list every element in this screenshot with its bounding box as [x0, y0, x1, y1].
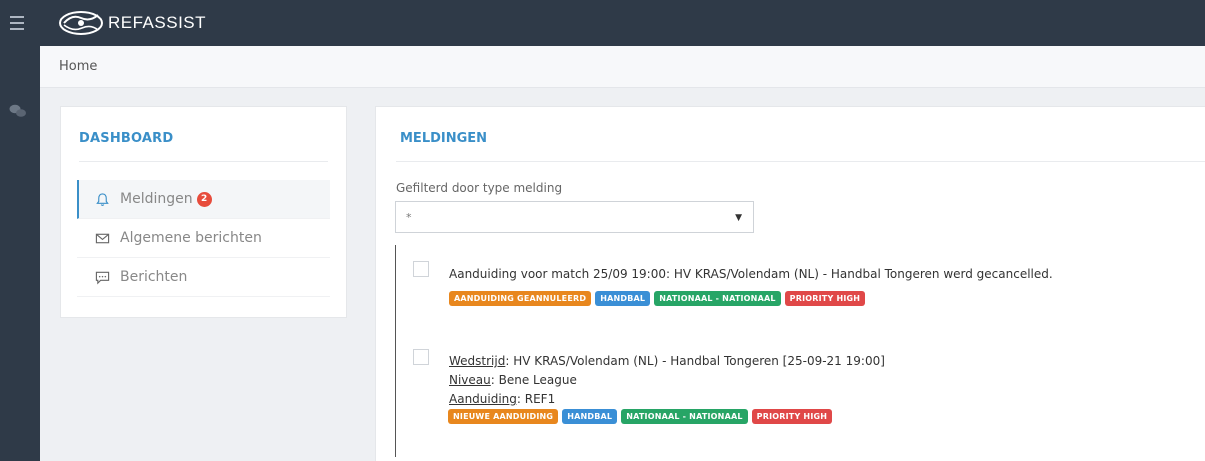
filter-label: Gefilterd door type melding — [396, 181, 563, 195]
refassist-logo-icon — [59, 11, 103, 35]
app-logo[interactable]: REFASSIST — [58, 8, 206, 38]
aanduiding-value: : REF1 — [516, 392, 556, 406]
meldingen-card: MELDINGEN Gefilterd door type melding * … — [375, 106, 1205, 461]
wedstrijd-value: : HV KRAS/Volendam (NL) - Handbal Tonger… — [505, 354, 885, 368]
notification-text: Aanduiding voor match 25/09 19:00: HV KR… — [449, 267, 1053, 281]
chat-icon[interactable] — [9, 104, 27, 118]
envelope-icon — [95, 233, 110, 243]
bell-icon — [96, 192, 109, 206]
select-value: * — [406, 211, 412, 224]
tag-priority: PRIORITY HIGH — [784, 291, 866, 306]
breadcrumb-bar: Home — [40, 46, 1205, 88]
top-bar: REFASSIST — [0, 0, 1205, 46]
niveau-line: Niveau: Bene League — [449, 371, 885, 390]
nav-item-berichten[interactable]: Berichten — [77, 258, 330, 297]
notification-tags: NIEUWE AANDUIDING HANDBAL NATIONAAL - NA… — [448, 409, 833, 424]
breadcrumb-home[interactable]: Home — [59, 59, 97, 74]
nav-item-meldingen[interactable]: Meldingen 2 — [77, 180, 330, 219]
tag-sport: HANDBAL — [562, 409, 618, 424]
left-rail — [0, 46, 40, 461]
tag-type: AANDUIDING GEANNULEERD — [449, 291, 592, 306]
notification-item: Wedstrijd: HV KRAS/Volendam (NL) - Handb… — [395, 331, 1205, 457]
notification-checkbox[interactable] — [413, 349, 429, 365]
dashboard-title: DASHBOARD — [79, 131, 174, 146]
notification-list: Aanduiding voor match 25/09 19:00: HV KR… — [395, 245, 1205, 457]
notification-details: Wedstrijd: HV KRAS/Volendam (NL) - Handb… — [449, 352, 885, 409]
niveau-value: : Bene League — [490, 373, 577, 387]
nav-item-label: Algemene berichten — [120, 230, 262, 246]
wedstrijd-line: Wedstrijd: HV KRAS/Volendam (NL) - Handb… — [449, 352, 885, 371]
notification-type-select[interactable]: * ▼ — [395, 201, 754, 233]
nav-item-label: Meldingen — [120, 191, 193, 207]
tag-level: NATIONAAL - NATIONAAL — [654, 291, 781, 306]
niveau-label: Niveau — [449, 373, 491, 387]
dashboard-card: DASHBOARD Meldingen 2 Algemene berichten — [60, 106, 347, 318]
notification-item: Aanduiding voor match 25/09 19:00: HV KR… — [395, 245, 1205, 331]
tag-priority: PRIORITY HIGH — [751, 409, 833, 424]
message-icon — [95, 271, 110, 284]
notification-count-badge: 2 — [196, 191, 212, 207]
divider — [79, 161, 328, 162]
nav-item-algemene-berichten[interactable]: Algemene berichten — [77, 219, 330, 258]
menu-toggle-icon[interactable] — [0, 0, 34, 46]
aanduiding-line: Aanduiding: REF1 — [449, 390, 885, 409]
tag-level: NATIONAAL - NATIONAAL — [621, 409, 748, 424]
aanduiding-label: Aanduiding — [449, 392, 517, 406]
logo-text: REFASSIST — [108, 13, 207, 32]
wedstrijd-label: Wedstrijd — [449, 354, 506, 368]
notification-checkbox[interactable] — [413, 261, 429, 277]
dashboard-nav: Meldingen 2 Algemene berichten Berichten — [77, 180, 330, 297]
nav-item-label: Berichten — [120, 269, 188, 285]
caret-down-icon: ▼ — [735, 213, 742, 223]
divider — [396, 161, 1205, 162]
meldingen-title: MELDINGEN — [400, 131, 488, 146]
tag-type: NIEUWE AANDUIDING — [448, 409, 559, 424]
notification-tags: AANDUIDING GEANNULEERD HANDBAL NATIONAAL… — [449, 291, 866, 306]
tag-sport: HANDBAL — [595, 291, 651, 306]
